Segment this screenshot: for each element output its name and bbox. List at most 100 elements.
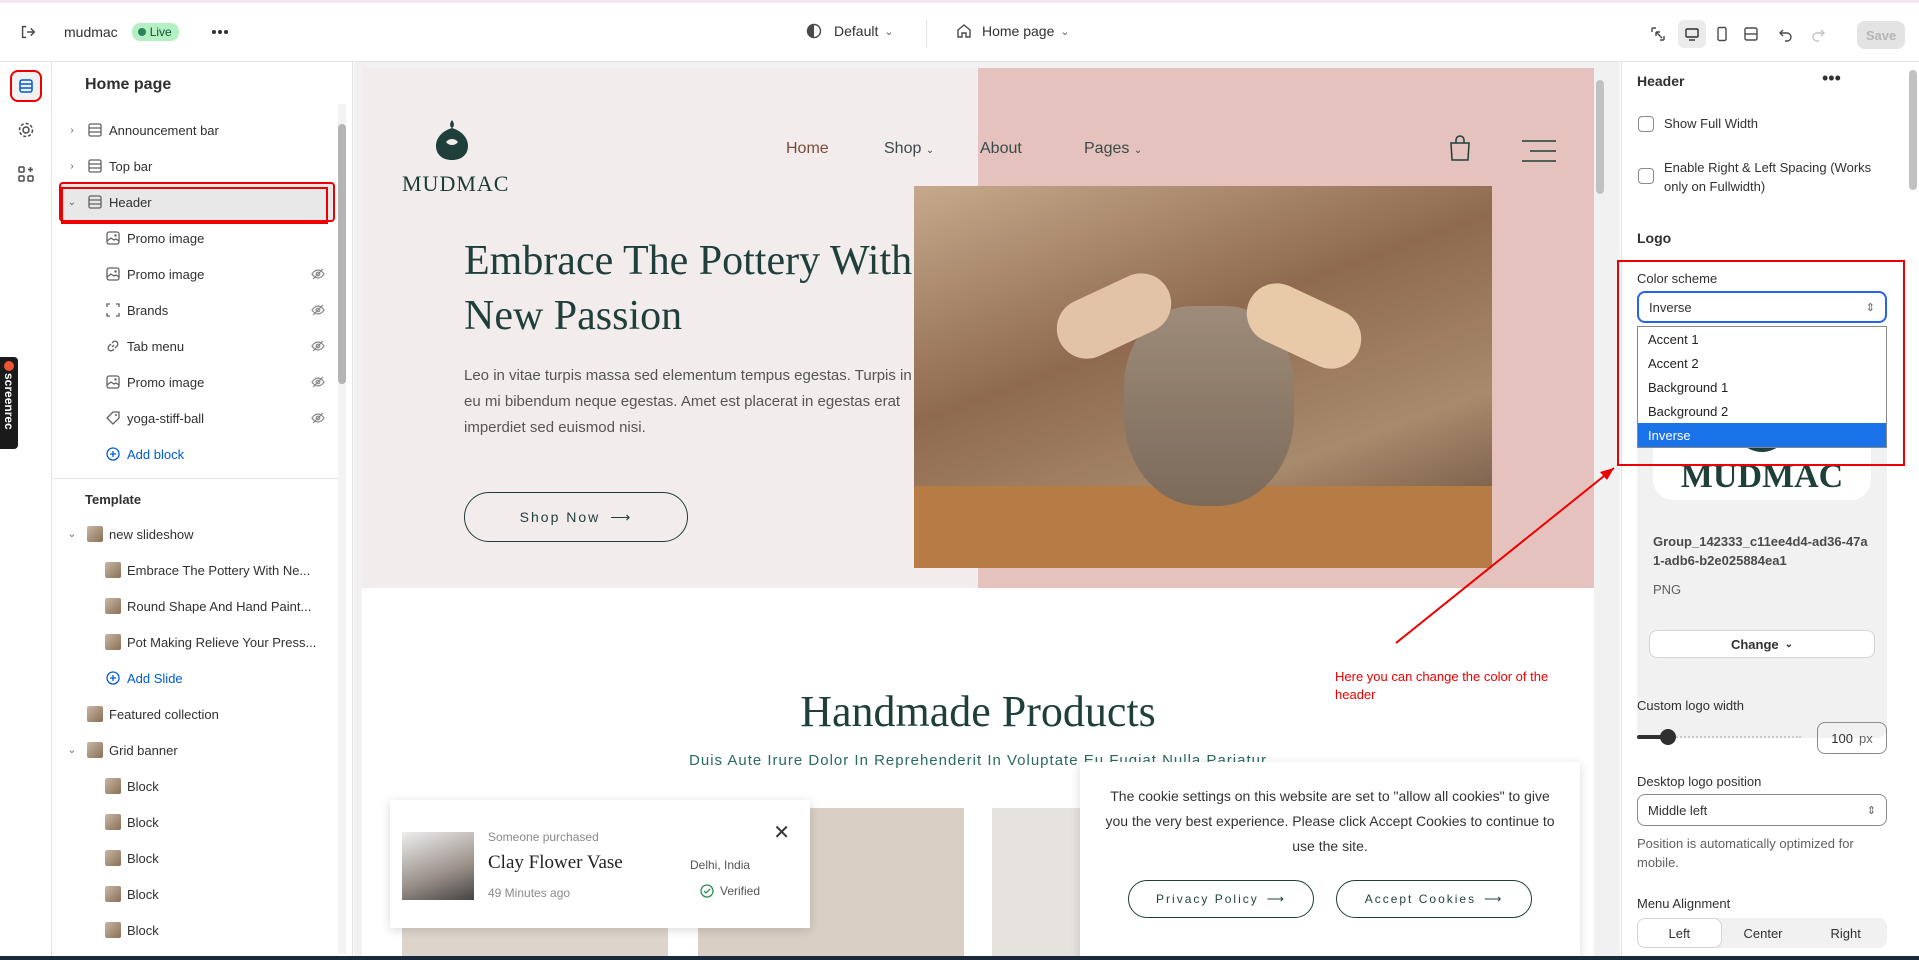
apps-icon[interactable] bbox=[12, 160, 40, 188]
checkbox[interactable] bbox=[1638, 116, 1654, 132]
exit-icon[interactable] bbox=[14, 18, 42, 46]
tree-item-round-shape-and-hand-paint[interactable]: Round Shape And Hand Paint... bbox=[61, 588, 333, 624]
tree-item-promo-image[interactable]: Promo image bbox=[61, 364, 333, 400]
option-background-1[interactable]: Background 1 bbox=[1638, 375, 1886, 399]
accept-cookies-button[interactable]: Accept Cookies ⟶ bbox=[1336, 880, 1532, 918]
tree-item-promo-image[interactable]: Promo image bbox=[61, 256, 333, 292]
inspector-icon[interactable] bbox=[1644, 20, 1672, 48]
option-inverse[interactable]: Inverse bbox=[1638, 423, 1886, 447]
tree-item-block[interactable]: Block bbox=[61, 768, 333, 804]
cart-icon[interactable] bbox=[1448, 134, 1472, 167]
mobile-view-icon[interactable] bbox=[1708, 20, 1736, 48]
thumbnail-icon bbox=[105, 814, 121, 830]
tree-item-tab-menu[interactable]: Tab menu bbox=[61, 328, 333, 364]
color-scheme-select[interactable]: Inverse ⇕ bbox=[1637, 291, 1887, 323]
chevron-right-icon[interactable]: › bbox=[65, 161, 79, 172]
add-block-button[interactable]: Add block bbox=[61, 436, 333, 472]
preview-scrollbar[interactable] bbox=[1594, 72, 1606, 952]
tree-item-grid-banner[interactable]: ⌄ Grid banner bbox=[61, 732, 333, 768]
page-selector[interactable]: Home page ⌄ bbox=[956, 23, 1070, 39]
tree-item-label: Top bar bbox=[109, 158, 153, 174]
color-scheme-value: Inverse bbox=[1649, 299, 1692, 315]
close-icon[interactable]: ✕ bbox=[773, 820, 790, 845]
eye-hidden-icon[interactable] bbox=[311, 339, 329, 353]
tree-item-block[interactable]: Block bbox=[61, 804, 333, 840]
theme-label: Default bbox=[834, 23, 879, 39]
shop-now-button[interactable]: Shop Now ⟶ bbox=[464, 492, 688, 542]
tree-item-new-slideshow[interactable]: ⌄ new slideshow bbox=[61, 516, 333, 552]
desktop-logo-position-label: Desktop logo position bbox=[1637, 774, 1762, 789]
eye-hidden-icon[interactable] bbox=[311, 303, 329, 317]
arrow-right-icon: ⟶ bbox=[1484, 892, 1504, 906]
scrollbar-thumb[interactable] bbox=[1909, 70, 1917, 190]
scrollbar-thumb[interactable] bbox=[338, 124, 346, 384]
logo-width-label: Custom logo width bbox=[1637, 698, 1744, 713]
frame-icon bbox=[105, 302, 121, 318]
change-logo-button[interactable]: Change ⌄ bbox=[1649, 630, 1875, 658]
redo-icon[interactable] bbox=[1804, 20, 1832, 48]
store-logo[interactable]: MUDMAC bbox=[402, 112, 510, 197]
tree-item-header[interactable]: ⌄ Header bbox=[59, 182, 335, 222]
nav-about[interactable]: About bbox=[980, 140, 1022, 158]
logo-wordmark: MUDMAC bbox=[402, 171, 510, 196]
desktop-logo-position-select[interactable]: Middle left ⇕ bbox=[1637, 794, 1887, 826]
option-accent-2[interactable]: Accent 2 bbox=[1638, 351, 1886, 375]
menu-align-left[interactable]: Left bbox=[1637, 918, 1722, 948]
chevron-down-icon[interactable]: ⌄ bbox=[65, 529, 79, 540]
more-options-icon[interactable]: ••• bbox=[1822, 68, 1841, 89]
eye-hidden-icon[interactable] bbox=[311, 267, 329, 281]
settings-scrollbar[interactable] bbox=[1909, 66, 1917, 956]
tree-item-announcement-bar[interactable]: › Announcement bar bbox=[61, 112, 333, 148]
tree-item-block[interactable]: Block bbox=[61, 840, 333, 876]
tree-item-promo-image[interactable]: Promo image bbox=[61, 220, 333, 256]
thumbnail-icon bbox=[87, 742, 103, 758]
chevron-down-icon[interactable]: ⌄ bbox=[65, 745, 79, 756]
eye-hidden-icon[interactable] bbox=[311, 411, 329, 425]
sections-panel: Home page › Announcement bar › Top bar ⌄ Head… bbox=[53, 62, 353, 960]
tree-item-label: Round Shape And Hand Paint... bbox=[127, 598, 312, 614]
add-slide-button[interactable]: Add Slide bbox=[61, 660, 333, 696]
chevron-down-icon[interactable]: ⌄ bbox=[65, 197, 79, 208]
scrollbar-thumb[interactable] bbox=[1596, 80, 1604, 194]
show-full-width-checkbox[interactable]: Show Full Width bbox=[1638, 114, 1758, 133]
full-width-view-icon[interactable] bbox=[1737, 20, 1765, 48]
tree-item-top-bar[interactable]: › Top bar bbox=[61, 148, 333, 184]
theme-selector[interactable]: Default ⌄ bbox=[806, 23, 894, 39]
chevron-right-icon[interactable]: › bbox=[65, 125, 79, 136]
tree-item-label: Add block bbox=[127, 446, 185, 462]
nav-shop[interactable]: Shop ⌄ bbox=[884, 140, 934, 158]
tree-item-yoga-stiff-ball[interactable]: yoga-stiff-ball bbox=[61, 400, 333, 436]
toast-product[interactable]: Clay Flower Vase bbox=[488, 852, 623, 874]
privacy-policy-button[interactable]: Privacy Policy ⟶ bbox=[1128, 880, 1314, 918]
desktop-view-icon[interactable] bbox=[1678, 20, 1706, 48]
menu-align-right[interactable]: Right bbox=[1804, 918, 1887, 948]
logo-width-slider-handle[interactable] bbox=[1660, 729, 1676, 745]
tree-item-pot-making-relieve-your-press[interactable]: Pot Making Relieve Your Press... bbox=[61, 624, 333, 660]
tree-item-featured-collection[interactable]: Featured collection bbox=[61, 696, 333, 732]
enable-spacing-checkbox[interactable]: Enable Right & Left Spacing (Works only … bbox=[1638, 158, 1888, 196]
nav-home[interactable]: Home bbox=[786, 140, 829, 158]
sections-icon[interactable] bbox=[10, 70, 42, 102]
tree-item-block[interactable]: Block bbox=[61, 912, 333, 948]
option-accent-1[interactable]: Accent 1 bbox=[1638, 327, 1886, 351]
nav-pages[interactable]: Pages ⌄ bbox=[1084, 140, 1142, 158]
shop-now-label: Shop Now bbox=[519, 509, 601, 525]
tree-item-embrace-the-pottery-with-ne[interactable]: Embrace The Pottery With Ne... bbox=[61, 552, 333, 588]
menu-align-center[interactable]: Center bbox=[1722, 918, 1805, 948]
eye-hidden-icon[interactable] bbox=[311, 375, 329, 389]
screenrec-widget[interactable]: screenrec bbox=[0, 357, 18, 449]
tree-item-label: Block bbox=[127, 778, 159, 794]
panel-scrollbar[interactable] bbox=[338, 104, 346, 954]
more-actions-icon[interactable] bbox=[206, 18, 234, 46]
logo-width-input[interactable]: 100 px bbox=[1817, 722, 1887, 754]
save-button[interactable]: Save bbox=[1857, 21, 1905, 49]
tree-item-block[interactable]: Block bbox=[61, 876, 333, 912]
checkbox[interactable] bbox=[1638, 168, 1654, 184]
option-background-2[interactable]: Background 2 bbox=[1638, 399, 1886, 423]
live-dot-icon bbox=[137, 28, 146, 36]
undo-icon[interactable] bbox=[1772, 20, 1800, 48]
settings-gear-icon[interactable] bbox=[12, 116, 40, 144]
tree-item-brands[interactable]: Brands bbox=[61, 292, 333, 328]
menu-hamburger-icon[interactable] bbox=[1522, 140, 1556, 167]
plus-icon bbox=[105, 670, 121, 686]
